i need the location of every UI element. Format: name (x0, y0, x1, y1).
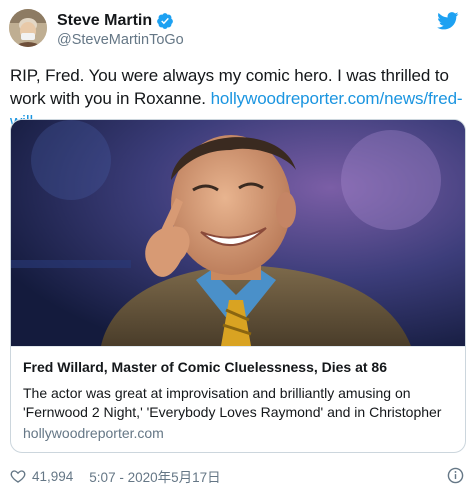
avatar[interactable] (9, 9, 47, 47)
embedded-tweet: Steve Martin @SteveMartinToGo RIP, Fred.… (0, 0, 476, 491)
card-description-line-2: 'Fernwood 2 Night,' 'Everybody Loves Ray… (23, 404, 442, 420)
author-handle[interactable]: @SteveMartinToGo (57, 32, 184, 48)
info-icon[interactable] (447, 467, 464, 484)
author-name[interactable]: Steve Martin (57, 12, 152, 30)
tweet-timestamp[interactable]: 5:07 - 2020年5月17日 (89, 466, 220, 486)
link-card[interactable]: Fred Willard, Master of Comic Cluelessne… (10, 119, 466, 453)
author-name-row[interactable]: Steve Martin (57, 10, 174, 32)
heart-icon[interactable] (10, 468, 26, 484)
card-domain: hollywoodreporter.com (23, 425, 164, 441)
card-title[interactable]: Fred Willard, Master of Comic Cluelessne… (23, 359, 387, 375)
card-image[interactable] (11, 120, 465, 346)
like-count[interactable]: 41,994 (32, 469, 73, 484)
card-description: The actor was great at improvisation and… (23, 384, 459, 422)
man-smiling-photo-icon (11, 120, 465, 346)
verified-badge-icon (156, 12, 174, 30)
tweet-footer: 41,994 5:07 - 2020年5月17日 (10, 466, 221, 486)
twitter-bird-icon[interactable] (437, 12, 459, 30)
card-body[interactable]: Fred Willard, Master of Comic Cluelessne… (11, 346, 465, 452)
card-description-line-1: The actor was great at improvisation and… (23, 385, 411, 401)
